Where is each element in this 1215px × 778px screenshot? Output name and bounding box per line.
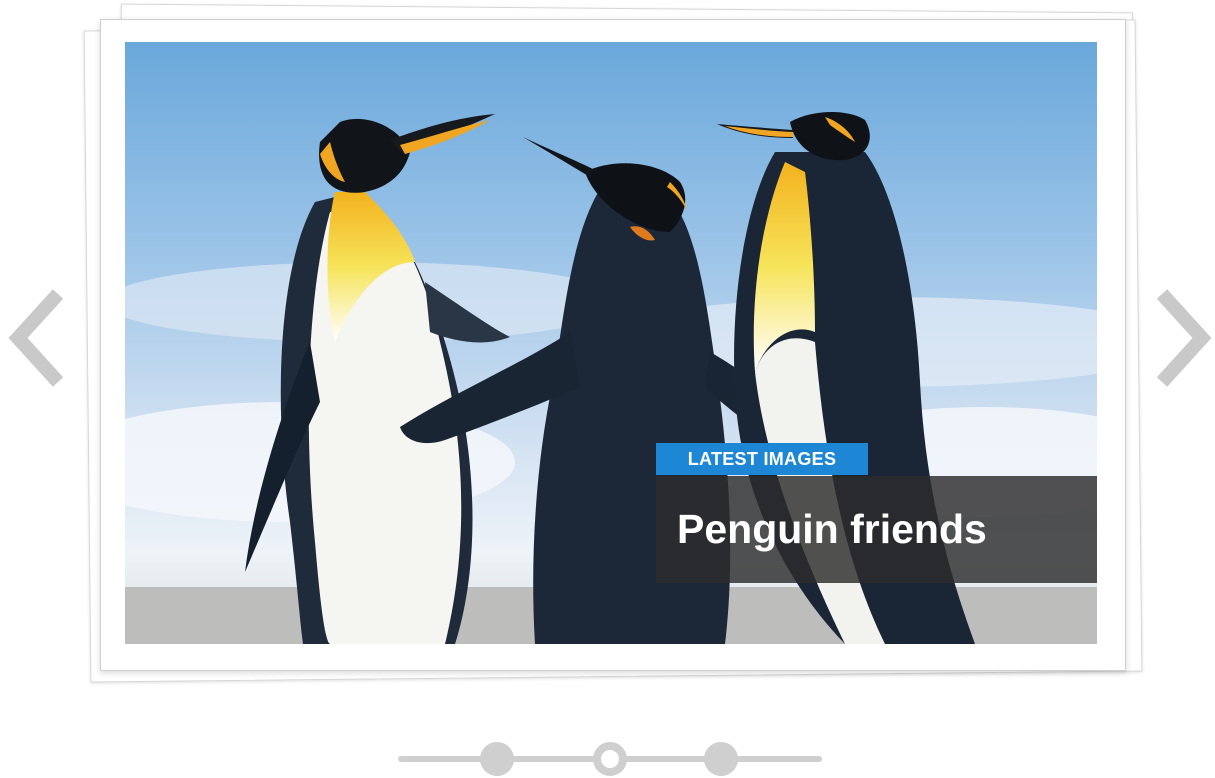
- pager-dot-3[interactable]: [704, 742, 738, 776]
- slide-pager: [398, 740, 822, 776]
- next-slide-button[interactable]: [1152, 288, 1214, 388]
- previous-slide-button[interactable]: [6, 288, 68, 388]
- chevron-right-icon: [1156, 289, 1212, 387]
- slide-caption: Penguin friends: [656, 476, 1097, 583]
- slide-caption-title[interactable]: Penguin friends: [677, 506, 987, 553]
- pager-dot-1[interactable]: [480, 742, 514, 776]
- chevron-left-icon: [8, 289, 64, 387]
- category-badge[interactable]: LATEST IMAGES: [656, 443, 868, 475]
- pager-dot-2[interactable]: [593, 742, 627, 776]
